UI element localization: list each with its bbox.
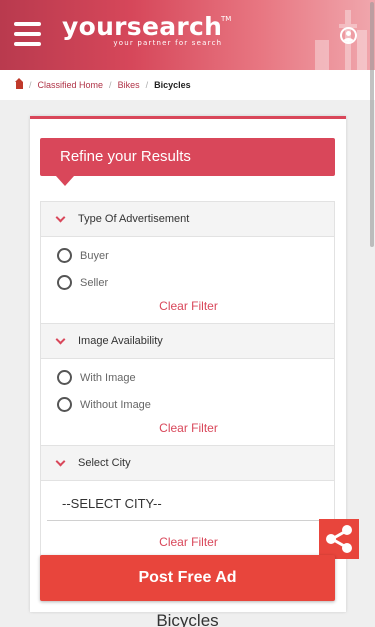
filter-header-select-city[interactable]: Select City — [40, 445, 335, 481]
option-label: With Image — [80, 371, 136, 384]
top-header: yoursearch TM your partner for search — [0, 0, 375, 70]
page-scrollbar[interactable] — [370, 2, 374, 247]
city-select-dropdown[interactable]: --SELECT CITY-- — [47, 493, 325, 521]
breadcrumb-separator: / — [109, 80, 112, 90]
clear-filter-image-availability[interactable]: Clear Filter — [41, 421, 336, 435]
city-skyline-decoration — [315, 10, 367, 70]
chevron-down-icon — [55, 334, 66, 345]
filter-body-image-availability: With Image Without Image Clear Filter — [40, 359, 335, 445]
filter-panel: Refine your Results Type Of Advertisemen… — [30, 116, 346, 612]
filter-body-type-of-ad: Buyer Seller Clear Filter — [40, 237, 335, 323]
filter-label-type-of-ad: Type Of Advertisement — [78, 213, 190, 225]
breadcrumb-link-bikes[interactable]: Bikes — [118, 80, 140, 90]
clear-filter-city[interactable]: Clear Filter — [41, 535, 336, 549]
share-icon — [326, 525, 352, 553]
radio-button[interactable] — [57, 248, 72, 263]
option-label: Seller — [80, 276, 109, 289]
filter-header-image-availability[interactable]: Image Availability — [40, 323, 335, 359]
filter-body-select-city: --SELECT CITY-- Clear Filter — [40, 481, 335, 561]
page-title: Bicycles — [156, 611, 219, 627]
breadcrumb-link-classified-home[interactable]: Classified Home — [38, 80, 104, 90]
filter-label-image-availability: Image Availability — [78, 335, 163, 347]
radio-option-seller[interactable]: Seller — [57, 275, 108, 290]
logo-trademark: TM — [220, 15, 232, 23]
chevron-down-icon — [55, 212, 66, 223]
radio-option-without-image[interactable]: Without Image — [57, 397, 151, 412]
breadcrumb-separator: / — [145, 80, 149, 90]
home-icon[interactable] — [15, 77, 23, 89]
radio-option-with-image[interactable]: With Image — [57, 370, 136, 385]
share-button[interactable] — [319, 519, 359, 559]
radio-button[interactable] — [57, 370, 72, 385]
radio-option-buyer[interactable]: Buyer — [57, 248, 109, 263]
clear-filter-type-of-ad[interactable]: Clear Filter — [41, 299, 336, 313]
radio-button[interactable] — [57, 397, 72, 412]
site-logo[interactable]: yoursearch TM your partner for search — [62, 12, 231, 48]
breadcrumb-current: Bicycles — [154, 80, 191, 90]
user-circle-icon[interactable] — [340, 27, 357, 44]
option-label: Buyer — [80, 249, 109, 262]
filter-header-type-of-ad[interactable]: Type Of Advertisement — [40, 201, 335, 237]
chevron-down-icon — [55, 456, 66, 467]
radio-button[interactable] — [57, 275, 72, 290]
filter-label-select-city: Select City — [78, 457, 131, 469]
breadcrumb-separator: / — [29, 80, 32, 90]
post-free-ad-button[interactable]: Post Free Ad — [40, 555, 335, 601]
refine-results-heading: Refine your Results — [40, 138, 335, 186]
option-label: Without Image — [80, 398, 151, 411]
hamburger-menu-icon[interactable] — [14, 22, 41, 46]
breadcrumb: / Classified Home / Bikes / Bicycles — [0, 70, 375, 100]
logo-wordmark: yoursearch — [62, 12, 223, 41]
